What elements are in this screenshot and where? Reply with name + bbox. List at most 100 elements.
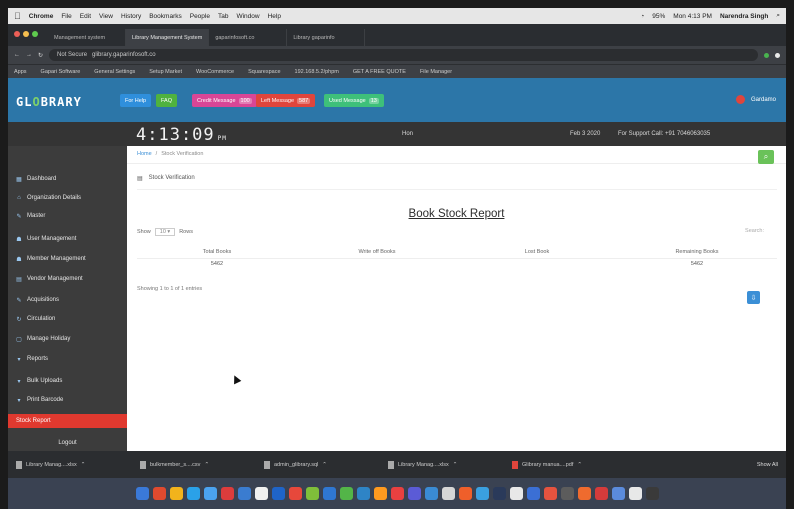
table-search-input[interactable]: Search: (745, 228, 764, 234)
dock-app-icon[interactable] (594, 487, 608, 500)
sidebar-item-bulk-uploads[interactable]: ▾ Bulk Uploads (8, 374, 127, 388)
menubar-item-view[interactable]: View (99, 13, 113, 20)
page-length-select[interactable]: 10 ▾ (154, 228, 176, 236)
sidebar-item-logout[interactable]: Logout (8, 436, 127, 450)
forward-icon[interactable]: → (26, 52, 32, 58)
dock-app-icon[interactable] (424, 487, 438, 500)
dock-app-icon[interactable] (492, 487, 506, 500)
dock-app-icon[interactable] (509, 487, 523, 500)
dock-app-icon[interactable] (390, 487, 404, 500)
menubar-datetime[interactable]: Mon 4:13 PM (673, 13, 712, 20)
header-button-2[interactable]: Credit Message 100 (192, 94, 257, 107)
dock-app-icon[interactable] (152, 487, 166, 500)
bookmark-free-quote[interactable]: GET A FREE QUOTE (353, 69, 406, 75)
sidebar-item-organization-details[interactable]: ⌂ Organization Details (8, 191, 127, 205)
browser-tab-active[interactable]: Library Management System (126, 29, 210, 46)
dock-app-icon[interactable] (645, 487, 659, 500)
bookmark-phpmyadmin[interactable]: 192.168.5.2/phpm (295, 69, 339, 75)
user-menu[interactable]: Gardamo (735, 95, 776, 104)
sidebar-item-acquisitions[interactable]: ✎ Acquisitions (8, 293, 127, 307)
battery-label[interactable]: 95% (652, 13, 665, 20)
column-total-books[interactable]: Total Books (137, 249, 297, 255)
menubar-item-people[interactable]: People (190, 13, 210, 20)
menubar-item-tab[interactable]: Tab (218, 13, 228, 20)
menubar-item-window[interactable]: Window (236, 13, 259, 20)
dock-app-icon[interactable] (305, 487, 319, 500)
dock-app-icon[interactable] (577, 487, 591, 500)
dock-app-icon[interactable] (135, 487, 149, 500)
dock-app-icon[interactable] (611, 487, 625, 500)
menubar-item-bookmarks[interactable]: Bookmarks (149, 13, 182, 20)
dock-app-icon[interactable] (526, 487, 540, 500)
bookmark-general-settings[interactable]: General Settings (94, 69, 135, 75)
export-button[interactable]: ⇩ (747, 291, 760, 304)
dock-app-icon[interactable] (628, 487, 642, 500)
dock-app-icon[interactable] (441, 487, 455, 500)
reload-icon[interactable]: ↻ (38, 52, 43, 59)
dock-app-icon[interactable] (560, 487, 574, 500)
maximize-window-icon[interactable] (32, 31, 38, 37)
apple-icon[interactable]:  (14, 11, 21, 21)
column-remaining-books[interactable]: Remaining Books (617, 249, 777, 255)
download-item[interactable]: bulkmember_s....csv ⌃ (140, 460, 250, 469)
menubar-item-edit[interactable]: Edit (80, 13, 91, 20)
app-logo[interactable]: GLOBRARY (16, 95, 82, 109)
sidebar-item-member-management[interactable]: ☗ Member Management (8, 252, 127, 266)
spotlight-icon[interactable]: ⌕ (776, 12, 780, 20)
column-write-off-books[interactable]: Write off Books (297, 249, 457, 255)
bookmark-file-manager[interactable]: File Manager (420, 69, 452, 75)
dock-app-icon[interactable] (339, 487, 353, 500)
close-window-icon[interactable] (14, 31, 20, 37)
menubar-user[interactable]: Narendra Singh (720, 13, 768, 20)
address-bar[interactable]: Not Secure glibrary.gaparinfosoft.co (49, 49, 758, 61)
menubar-app-name[interactable]: Chrome (29, 13, 54, 20)
dock-app-icon[interactable] (288, 487, 302, 500)
bookmark-setup-market[interactable]: Setup Market (149, 69, 182, 75)
dock-app-icon[interactable] (356, 487, 370, 500)
dock-app-icon[interactable] (373, 487, 387, 500)
menubar-item-history[interactable]: History (121, 13, 141, 20)
sidebar-item-vendor-management[interactable]: ▤ Vendor Management (8, 272, 127, 286)
chevron-up-icon[interactable]: ⌃ (577, 462, 582, 468)
minimize-window-icon[interactable] (23, 31, 29, 37)
browser-tab[interactable]: gaparinfosoft.co (209, 29, 288, 46)
bookmark-woocommerce[interactable]: WooCommerce (196, 69, 234, 75)
bookmark-gapari[interactable]: Gapari Software (41, 69, 81, 75)
download-item[interactable]: Library Manag....xlsx ⌃ (16, 460, 126, 469)
browser-tab[interactable]: Management system (48, 29, 126, 46)
download-item[interactable]: Library Manag....xlsx ⌃ (388, 460, 498, 469)
dock-app-icon[interactable] (237, 487, 251, 500)
breadcrumb-home[interactable]: Home (137, 151, 152, 157)
chevron-up-icon[interactable]: ⌃ (453, 462, 458, 468)
show-all-downloads[interactable]: Show All (757, 462, 778, 468)
dock-app-icon[interactable] (407, 487, 421, 500)
dock-app-icon[interactable] (458, 487, 472, 500)
sidebar-item-manage-holiday[interactable]: ▢ Manage Holiday (8, 332, 127, 346)
menubar-item-help[interactable]: Help (268, 13, 281, 20)
header-button-1[interactable]: FAQ (156, 94, 178, 107)
extension-icon[interactable] (764, 52, 769, 58)
header-button-4[interactable]: Used Message 13 (324, 94, 384, 107)
header-button-0[interactable]: For Help (120, 94, 152, 107)
wifi-icon[interactable]: ◔ (640, 13, 644, 20)
dock-app-icon[interactable] (254, 487, 268, 500)
dock-app-icon[interactable] (220, 487, 234, 500)
menubar-item-file[interactable]: File (61, 13, 71, 20)
chevron-up-icon[interactable]: ⌃ (322, 462, 327, 468)
sidebar-item-master[interactable]: ✎ Master (8, 209, 127, 223)
chevron-up-icon[interactable]: ⌃ (204, 462, 209, 468)
search-toggle-button[interactable]: ⌕ (758, 150, 774, 164)
sidebar-item-user-management[interactable]: ☗ User Management (8, 232, 127, 246)
download-item[interactable]: Glibrary manua....pdf ⌃ (512, 460, 622, 469)
header-button-3[interactable]: Left Message 587 (256, 94, 316, 107)
dock-app-icon[interactable] (475, 487, 489, 500)
dock-app-icon[interactable] (203, 487, 217, 500)
profile-icon[interactable] (775, 52, 780, 58)
dock-app-icon[interactable] (169, 487, 183, 500)
bookmark-squarespace[interactable]: Squarespace (248, 69, 280, 75)
column-lost-book[interactable]: Lost Book (457, 249, 617, 255)
sidebar-item-stock-report[interactable]: Stock Report (8, 414, 127, 428)
sidebar-item-reports[interactable]: ▾ Reports (8, 352, 127, 366)
chevron-up-icon[interactable]: ⌃ (81, 462, 86, 468)
dock-app-icon[interactable] (543, 487, 557, 500)
